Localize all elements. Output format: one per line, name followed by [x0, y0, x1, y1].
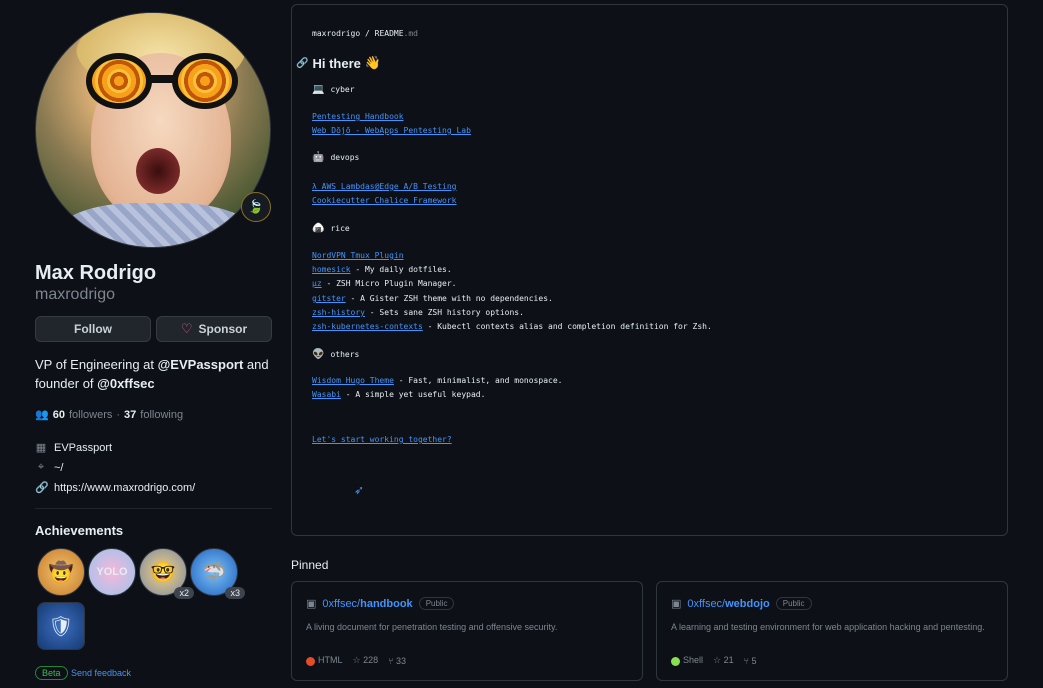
building-icon: ▦	[35, 442, 47, 454]
badge-count: x2	[174, 587, 194, 599]
anchor-link-icon[interactable]: 🔗	[296, 58, 308, 69]
language: Shell	[671, 655, 703, 666]
people-icon: 👥	[35, 409, 49, 421]
robot-icon: 🤖	[312, 152, 325, 163]
list-item: Pentesting Handbook	[312, 112, 404, 121]
rice-ball-icon: 🍙	[312, 223, 325, 234]
pentesting-handbook-link[interactable]: Pentesting Handbook	[312, 112, 404, 121]
wave-icon: 👋	[364, 55, 382, 70]
list-item: homesick - My daily dotfiles.	[312, 265, 452, 274]
lambda-link[interactable]: λ AWS Lambdas@Edge A/B Testing	[312, 182, 457, 191]
stars-link[interactable]: ☆ 228	[353, 655, 379, 666]
divider	[35, 508, 272, 509]
forks-link[interactable]: ⑂ 5	[744, 656, 757, 666]
profile-name: Max Rodrigo	[35, 262, 157, 284]
wasabi-link[interactable]: Wasabi	[312, 390, 341, 399]
website-row: 🔗 https://www.maxrodrigo.com/	[35, 481, 195, 495]
achievement-badge-5[interactable]: 🛡	[37, 602, 85, 650]
gitster-link[interactable]: gitster	[312, 294, 346, 303]
wisdom-hugo-theme-link[interactable]: Wisdom Hugo Theme	[312, 376, 394, 385]
work-together-link[interactable]: Let's start working together?	[312, 435, 452, 444]
link-icon: 🔗	[35, 482, 49, 494]
achievement-badge-3[interactable]: 🤓 x2	[139, 548, 194, 599]
mz-link[interactable]: μz	[312, 279, 322, 288]
follow-stats: 👥 60 followers · 37 following	[35, 408, 184, 422]
readme-breadcrumb: maxrodrigo / README.md	[312, 29, 418, 38]
repo-description: A living document for penetration testin…	[306, 622, 558, 632]
avatar[interactable]	[35, 12, 271, 248]
company-row: ▦ EVPassport	[35, 441, 113, 455]
repo-link-handbook[interactable]: 0xffsec/handbook	[322, 598, 412, 610]
list-item: Wisdom Hugo Theme - Fast, minimalist, an…	[312, 376, 563, 385]
visibility-badge: Public	[775, 597, 812, 610]
list-item: NordVPN Tmux Plugin	[312, 251, 404, 260]
language-color-dot	[306, 656, 315, 666]
org-link-evpassport[interactable]: @EVPassport	[158, 357, 244, 372]
following-count[interactable]: 37	[124, 409, 136, 421]
repo-link-webdojo[interactable]: 0xffsec/webdojo	[687, 598, 769, 610]
laptop-icon: 💻	[312, 84, 325, 95]
repo-meta: HTML ☆ 228 ⑂ 33	[306, 655, 406, 666]
profile-bio: VP of Engineering at @EVPassport and fou…	[35, 357, 269, 391]
nordvpn-link[interactable]: NordVPN Tmux Plugin	[312, 251, 404, 260]
location-row: ⌖ ~/	[35, 461, 64, 474]
send-feedback-link[interactable]: Send feedback	[71, 668, 131, 678]
achievement-badge-1[interactable]: 🤠	[37, 548, 85, 596]
list-item: gitster - A Gister ZSH theme with no dep…	[312, 294, 553, 303]
pinned-title: Pinned	[291, 558, 329, 572]
web-dojo-link[interactable]: Web Dōjō - WebApps Pentesting Lab	[312, 126, 471, 135]
followers-count[interactable]: 60	[53, 409, 65, 421]
sponsor-button[interactable]: ♡ Sponsor	[156, 316, 272, 342]
achievements-title: Achievements	[35, 523, 124, 538]
badge-count: x3	[225, 587, 245, 599]
status-emoji-icon[interactable]: 🍃	[241, 192, 271, 222]
org-link-0xffsec[interactable]: @0xffsec	[97, 376, 154, 391]
visibility-badge: Public	[418, 597, 455, 610]
stars-link[interactable]: ☆ 21	[713, 655, 734, 666]
location-pin-icon: ⌖	[37, 461, 45, 473]
pinned-repo-card: ▣ 0xffsec/handbook Public A living docum…	[291, 581, 643, 681]
website-link[interactable]: https://www.maxrodrigo.com/	[54, 482, 195, 494]
list-item: λ AWS Lambdas@Edge A/B Testing	[312, 182, 457, 191]
heart-icon: ♡	[180, 321, 193, 336]
section-others: 👽 others	[312, 349, 360, 360]
section-devops: 🤖 devops	[312, 152, 360, 163]
readme-panel: maxrodrigo / README.md 🔗 Hi there 👋 💻 cyb…	[291, 4, 1008, 536]
homesick-link[interactable]: homesick	[312, 265, 351, 274]
list-item: Let's start working together?	[312, 435, 452, 444]
arrow-icon: ➶	[354, 483, 365, 497]
list-item: Wasabi - A simple yet useful keypad.	[312, 390, 486, 399]
repo-description: A learning and testing environment for w…	[671, 622, 985, 632]
list-item: Cookiecutter Chalice Framework	[312, 196, 457, 205]
list-item: Web Dōjō - WebApps Pentesting Lab	[312, 126, 471, 135]
repo-icon: ▣	[306, 598, 317, 610]
zsh-history-link[interactable]: zsh-history	[312, 308, 365, 317]
pinned-repo-card: ▣ 0xffsec/webdojo Public A learning and …	[656, 581, 1008, 681]
list-item: μz - ZSH Micro Plugin Manager.	[312, 279, 457, 288]
readme-heading: 🔗 Hi there 👋	[296, 55, 382, 71]
follow-button[interactable]: Follow	[35, 316, 151, 342]
profile-login: maxrodrigo	[35, 286, 116, 303]
language: HTML	[306, 655, 343, 666]
followers-label[interactable]: followers	[69, 409, 112, 421]
repo-icon: ▣	[671, 598, 682, 610]
following-label[interactable]: following	[140, 409, 183, 421]
section-rice: 🍙 rice	[312, 223, 350, 234]
section-cyber: 💻 cyber	[312, 84, 355, 95]
achievement-badge-4[interactable]: 🦈 x3	[190, 548, 245, 599]
list-item: zsh-kubernetes-contexts - Kubectl contex…	[312, 322, 712, 331]
beta-label: Beta	[35, 666, 68, 680]
chalice-link[interactable]: Cookiecutter Chalice Framework	[312, 196, 457, 205]
zsh-kubernetes-contexts-link[interactable]: zsh-kubernetes-contexts	[312, 322, 423, 331]
achievement-badge-2[interactable]: YOLO	[88, 548, 136, 596]
alien-icon: 👽	[312, 349, 325, 360]
readme-owner-link[interactable]: maxrodrigo	[312, 29, 360, 38]
list-item: zsh-history - Sets sane ZSH history opti…	[312, 308, 524, 317]
forks-link[interactable]: ⑂ 33	[388, 656, 406, 666]
language-color-dot	[671, 656, 680, 666]
repo-meta: Shell ☆ 21 ⑂ 5	[671, 655, 757, 666]
